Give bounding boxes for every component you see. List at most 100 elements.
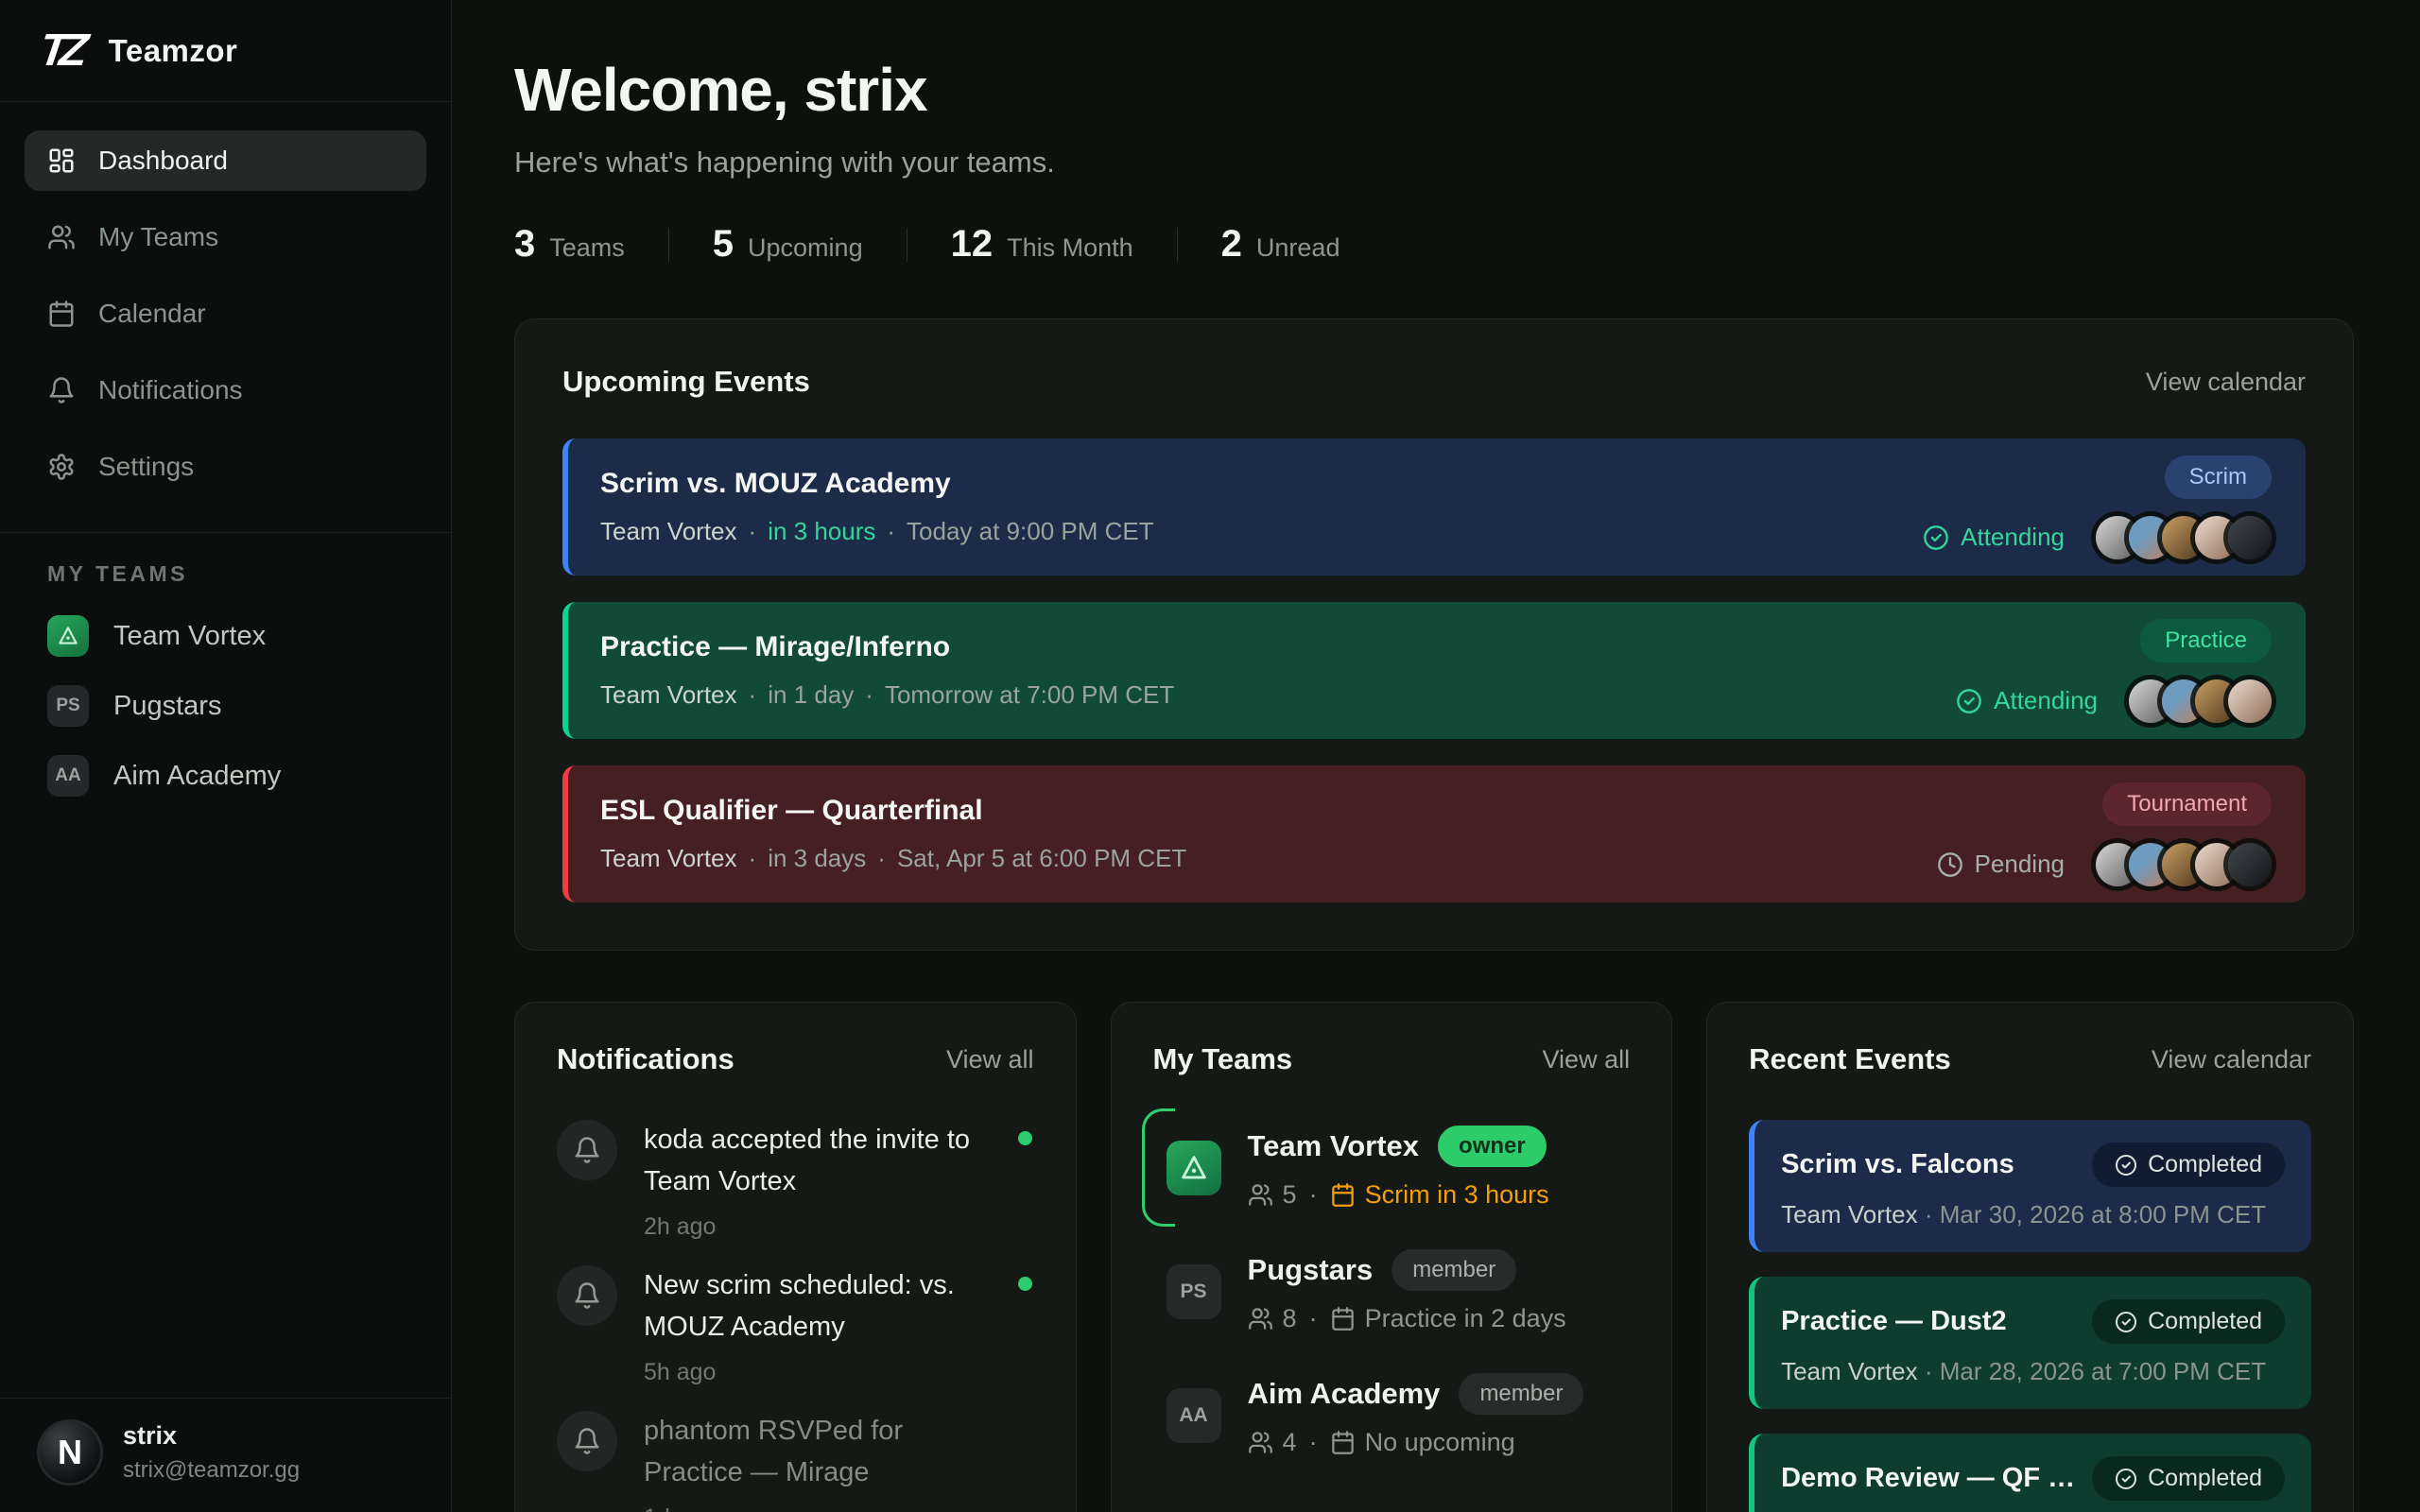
calendar-icon [1330,1182,1356,1208]
sidebar-item-label: Calendar [98,299,206,329]
recent-event-title: Practice — Dust2 [1781,1306,2007,1337]
event-relative-time: in 3 days [768,844,866,873]
event-side: Practice Attending [1956,619,2272,723]
team-name: Aim Academy [113,761,281,792]
recent-event-row[interactable]: Scrim vs. Falcons Completed Team Vortex … [1749,1120,2311,1252]
notifications-title: Notifications [557,1042,735,1076]
sidebar-item-label: Dashboard [98,146,228,176]
recent-event-row[interactable]: Practice — Dust2 Completed Team Vortex ·… [1749,1277,2311,1409]
user-email: strix@teamzor.gg [123,1457,300,1484]
upcoming-events-panel: Upcoming Events View calendar Scrim vs. … [514,318,2354,951]
event-type-badge: Scrim [2165,455,2272,499]
recent-events-title: Recent Events [1749,1042,1951,1076]
bell-icon [557,1411,617,1471]
team-card-aim-academy[interactable]: AA Aim Academy member 4 [1167,1373,1631,1457]
recent-event-row[interactable]: Demo Review — QF … Completed Pugstars · … [1749,1434,2311,1512]
view-calendar-link[interactable]: View calendar [2146,368,2306,397]
status-label: Completed [2148,1308,2262,1335]
recent-view-calendar-link[interactable]: View calendar [2152,1045,2311,1074]
stat-label: Unread [1256,233,1340,263]
stat-upcoming: 5 Upcoming [713,223,863,266]
users-icon [1248,1306,1273,1332]
team-aim-academy-logo: AA [47,755,89,797]
event-row[interactable]: Practice — Mirage/Inferno Team Vortex · … [562,602,2306,739]
upcoming-events-header: Upcoming Events View calendar [562,365,2306,399]
sidebar-team-pugstars[interactable]: PS Pugstars [0,685,451,727]
sidebar-item-calendar[interactable]: Calendar [25,284,426,344]
sidebar-item-notifications[interactable]: Notifications [25,360,426,421]
team-pugstars-logo: PS [47,685,89,727]
my-teams-view-all-link[interactable]: View all [1543,1045,1631,1074]
event-title: Practice — Mirage/Inferno [600,631,1174,663]
sidebar-team-vortex[interactable]: Team Vortex [0,615,451,657]
notification-time: 1d ago [644,1504,1002,1512]
stat-value: 2 [1221,223,1242,266]
completed-badge: Completed [2092,1299,2285,1344]
upcoming-events-title: Upcoming Events [562,365,810,399]
stat-divider [907,228,908,262]
dashboard-icon [47,146,76,175]
notification-time: 5h ago [644,1359,1002,1386]
app-root: TZ Teamzor Dashboard My Teams Calendar N… [0,0,2420,1512]
team-card-pugstars[interactable]: PS Pugstars member 8 · [1167,1249,1631,1333]
my-teams-heading: MY TEAMS [0,533,451,587]
team-meta: 4 · No upcoming [1248,1428,1584,1457]
team-name: Pugstars [1248,1253,1374,1287]
notifications-card: Notifications View all koda accepted the… [514,1002,1077,1512]
sidebar: TZ Teamzor Dashboard My Teams Calendar N… [0,0,452,1512]
notification-item[interactable]: phantom RSVPed for Practice — Mirage 1d … [557,1411,1034,1512]
sidebar-item-label: My Teams [98,222,218,252]
notification-item[interactable]: New scrim scheduled: vs. MOUZ Academy 5h… [557,1265,1034,1386]
stat-divider [1177,228,1178,262]
notification-text: phantom RSVPed for Practice — Mirage [644,1411,1002,1493]
separator: · [1309,1304,1318,1333]
separator: · [887,517,895,546]
separator: · [1925,1200,1933,1228]
sidebar-item-dashboard[interactable]: Dashboard [25,130,426,191]
gear-icon [47,453,76,481]
user-section[interactable]: N strix strix@teamzor.gg [0,1398,451,1512]
avatar [2228,679,2272,723]
team-name: Pugstars [113,691,221,722]
event-meta: Team Vortex · in 3 days · Sat, Apr 5 at … [600,844,1186,873]
my-teams-title: My Teams [1153,1042,1293,1076]
separator: · [749,517,757,546]
event-team: Team Vortex [600,680,737,710]
event-row[interactable]: ESL Qualifier — Quarterfinal Team Vortex… [562,765,2306,902]
separator: · [749,680,757,710]
sidebar-item-label: Notifications [98,375,243,405]
sidebar-item-settings[interactable]: Settings [25,437,426,497]
recent-event-title: Scrim vs. Falcons [1781,1149,2014,1180]
event-title: ESL Qualifier — Quarterfinal [600,795,1186,827]
rsvp-status: Attending [1923,523,2065,552]
my-teams-header: My Teams View all [1153,1042,1631,1076]
team-card-vortex[interactable]: Team Vortex owner 5 · [1167,1125,1631,1210]
notification-time: 2h ago [644,1213,1002,1241]
team-vortex-logo-icon [47,615,89,657]
sidebar-item-my-teams[interactable]: My Teams [25,207,426,267]
unread-dot [1018,1131,1032,1145]
notifications-list: koda accepted the invite to Team Vortex … [557,1120,1034,1512]
calendar-icon [47,300,76,328]
recent-event-date: Mar 28, 2026 at 7:00 PM CET [1940,1357,2266,1385]
notifications-view-all-link[interactable]: View all [946,1045,1034,1074]
notification-body: koda accepted the invite to Team Vortex … [644,1120,1002,1241]
team-card-body: Team Vortex owner 5 · [1248,1125,1549,1210]
team-name: Team Vortex [113,621,266,652]
next-event-label: Scrim in 3 hours [1365,1180,1549,1210]
event-type-badge: Tournament [2102,782,2272,826]
stat-label: Upcoming [748,233,863,263]
team-aim-academy-logo: AA [1167,1388,1221,1443]
sidebar-team-aim-academy[interactable]: AA Aim Academy [0,755,451,797]
user-avatar: N [40,1422,100,1483]
notification-item[interactable]: koda accepted the invite to Team Vortex … [557,1120,1034,1241]
user-name: strix [123,1421,300,1451]
stat-label: This Month [1007,233,1133,263]
recent-events-card: Recent Events View calendar Scrim vs. Fa… [1706,1002,2354,1512]
next-event: Scrim in 3 hours [1330,1180,1549,1210]
event-row[interactable]: Scrim vs. MOUZ Academy Team Vortex · in … [562,438,2306,576]
separator: · [1309,1180,1318,1210]
recent-event-meta: Team Vortex · Mar 30, 2026 at 8:00 PM CE… [1781,1200,2285,1229]
separator: · [865,680,873,710]
rsvp-line: Pending [1937,843,2272,886]
